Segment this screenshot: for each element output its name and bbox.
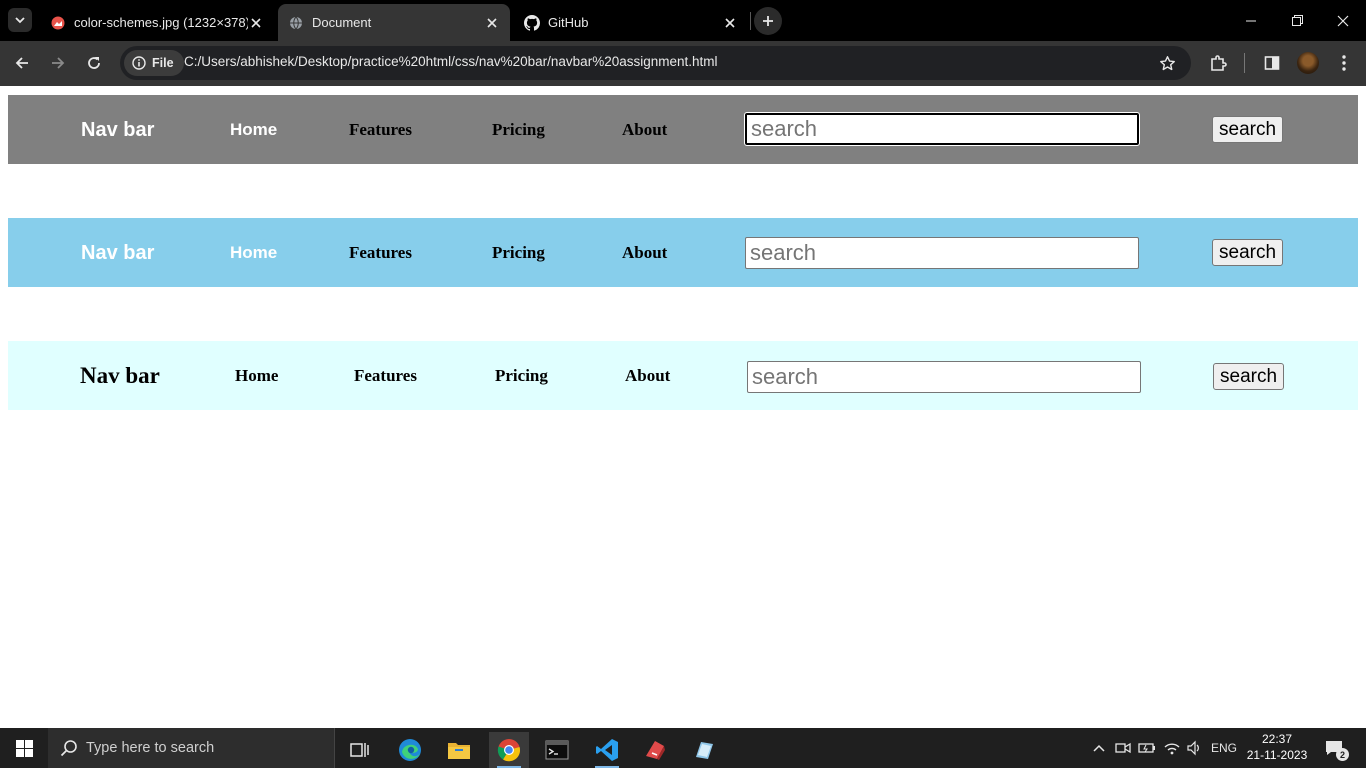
nav-link-about[interactable]: About: [622, 243, 667, 263]
search-input[interactable]: [745, 237, 1139, 269]
search-button[interactable]: search: [1212, 239, 1284, 266]
start-button[interactable]: [0, 728, 48, 768]
nav-link-features[interactable]: Features: [349, 120, 412, 140]
notification-count-badge: 2: [1336, 748, 1349, 761]
profile-avatar[interactable]: [1297, 52, 1319, 74]
restore-button[interactable]: [1274, 0, 1320, 41]
close-icon: [1337, 15, 1349, 26]
chrome-icon[interactable]: [489, 732, 529, 768]
vscode-icon[interactable]: [587, 732, 627, 768]
close-icon[interactable]: [248, 15, 264, 31]
terminal-icon[interactable]: [537, 732, 577, 768]
search-button[interactable]: search: [1213, 363, 1285, 390]
taskbar: Type here to search ENG 22:37 21-11-2023…: [0, 728, 1366, 768]
meet-now-icon[interactable]: [1113, 728, 1133, 768]
site-info-chip[interactable]: File: [124, 50, 184, 76]
menu-kebab-icon[interactable]: [1332, 52, 1356, 74]
tab-github[interactable]: GitHub: [514, 4, 748, 41]
search-button[interactable]: search: [1212, 116, 1284, 143]
image-favicon-icon: [50, 15, 66, 31]
tab-color-schemes[interactable]: color-schemes.jpg (1232×378): [40, 4, 274, 41]
navbar-brand: Nav bar: [81, 119, 155, 141]
close-window-button[interactable]: [1320, 0, 1366, 41]
task-view-icon[interactable]: [340, 732, 380, 768]
chevron-up-icon[interactable]: [1088, 728, 1110, 768]
reload-button[interactable]: [81, 50, 107, 76]
app-blue-icon[interactable]: [684, 732, 724, 768]
nav-link-about[interactable]: About: [622, 120, 667, 140]
nav-link-features[interactable]: Features: [354, 366, 417, 386]
search-input[interactable]: [747, 361, 1141, 393]
forward-button[interactable]: [45, 50, 71, 76]
app-red-icon[interactable]: [635, 732, 675, 768]
nav-link-pricing[interactable]: Pricing: [492, 243, 545, 263]
nav-link-home[interactable]: Home: [235, 366, 278, 386]
system-clock[interactable]: 22:37 21-11-2023: [1244, 731, 1310, 763]
reload-icon: [88, 57, 100, 69]
tab-strip: color-schemes.jpg (1232×378) Document Gi…: [0, 0, 1366, 41]
edge-icon[interactable]: [390, 732, 430, 768]
tab-document[interactable]: Document: [278, 4, 510, 41]
plus-icon: [763, 16, 773, 26]
nav-link-home[interactable]: Home: [230, 120, 277, 140]
new-tab-button[interactable]: [754, 7, 782, 35]
globe-icon: [288, 15, 304, 31]
search-icon: [60, 739, 78, 757]
page-viewport: Nav bar Home Features Pricing About sear…: [0, 86, 1366, 728]
taskbar-search-placeholder: Type here to search: [86, 740, 215, 756]
clock-date: 21-11-2023: [1246, 748, 1308, 762]
tab-separator: [750, 12, 751, 30]
volume-icon[interactable]: [1184, 728, 1204, 768]
navbar-skyblue: Nav bar Home Features Pricing About sear…: [8, 218, 1358, 287]
nav-link-pricing[interactable]: Pricing: [492, 120, 545, 140]
arrow-left-icon: [15, 57, 28, 69]
chip-label: File: [152, 56, 174, 70]
wifi-icon[interactable]: [1161, 728, 1183, 768]
tab-title: Document: [312, 15, 372, 30]
arrow-right-icon: [52, 57, 65, 69]
tab-title: GitHub: [548, 15, 589, 30]
nav-link-pricing[interactable]: Pricing: [495, 366, 548, 386]
url-text[interactable]: C:/Users/abhishek/Desktop/practice%20htm…: [184, 54, 718, 69]
tab-search-button[interactable]: [8, 8, 32, 32]
file-explorer-icon[interactable]: [439, 732, 479, 768]
bookmark-star-icon[interactable]: [1156, 52, 1178, 74]
taskbar-search-box[interactable]: Type here to search: [48, 728, 335, 768]
extensions-icon[interactable]: [1206, 52, 1230, 74]
github-icon: [524, 14, 540, 31]
tab-title: color-schemes.jpg (1232×378): [74, 15, 248, 30]
chevron-down-icon: [15, 17, 25, 24]
language-indicator[interactable]: ENG: [1208, 728, 1240, 768]
navbar-lightcyan: Nav bar Home Features Pricing About sear…: [8, 341, 1358, 410]
battery-icon[interactable]: [1137, 728, 1157, 768]
navbar-brand: Nav bar: [80, 363, 160, 388]
search-input[interactable]: [744, 112, 1140, 146]
nav-link-features[interactable]: Features: [349, 243, 412, 263]
side-panel-icon[interactable]: [1260, 52, 1284, 74]
clock-time: 22:37: [1261, 732, 1293, 746]
navbar-grey: Nav bar Home Features Pricing About sear…: [8, 95, 1358, 164]
toolbar-divider: [1244, 53, 1245, 73]
info-icon: [132, 56, 146, 70]
nav-link-home[interactable]: Home: [230, 243, 277, 263]
back-button[interactable]: [9, 50, 35, 76]
windows-logo-icon: [15, 739, 33, 757]
nav-link-about[interactable]: About: [625, 366, 670, 386]
navbar-brand: Nav bar: [81, 242, 155, 264]
minimize-icon: [1246, 20, 1256, 21]
restore-icon: [1291, 15, 1303, 26]
close-icon[interactable]: [722, 15, 738, 31]
close-icon[interactable]: [484, 15, 500, 31]
minimize-button[interactable]: [1228, 0, 1274, 41]
